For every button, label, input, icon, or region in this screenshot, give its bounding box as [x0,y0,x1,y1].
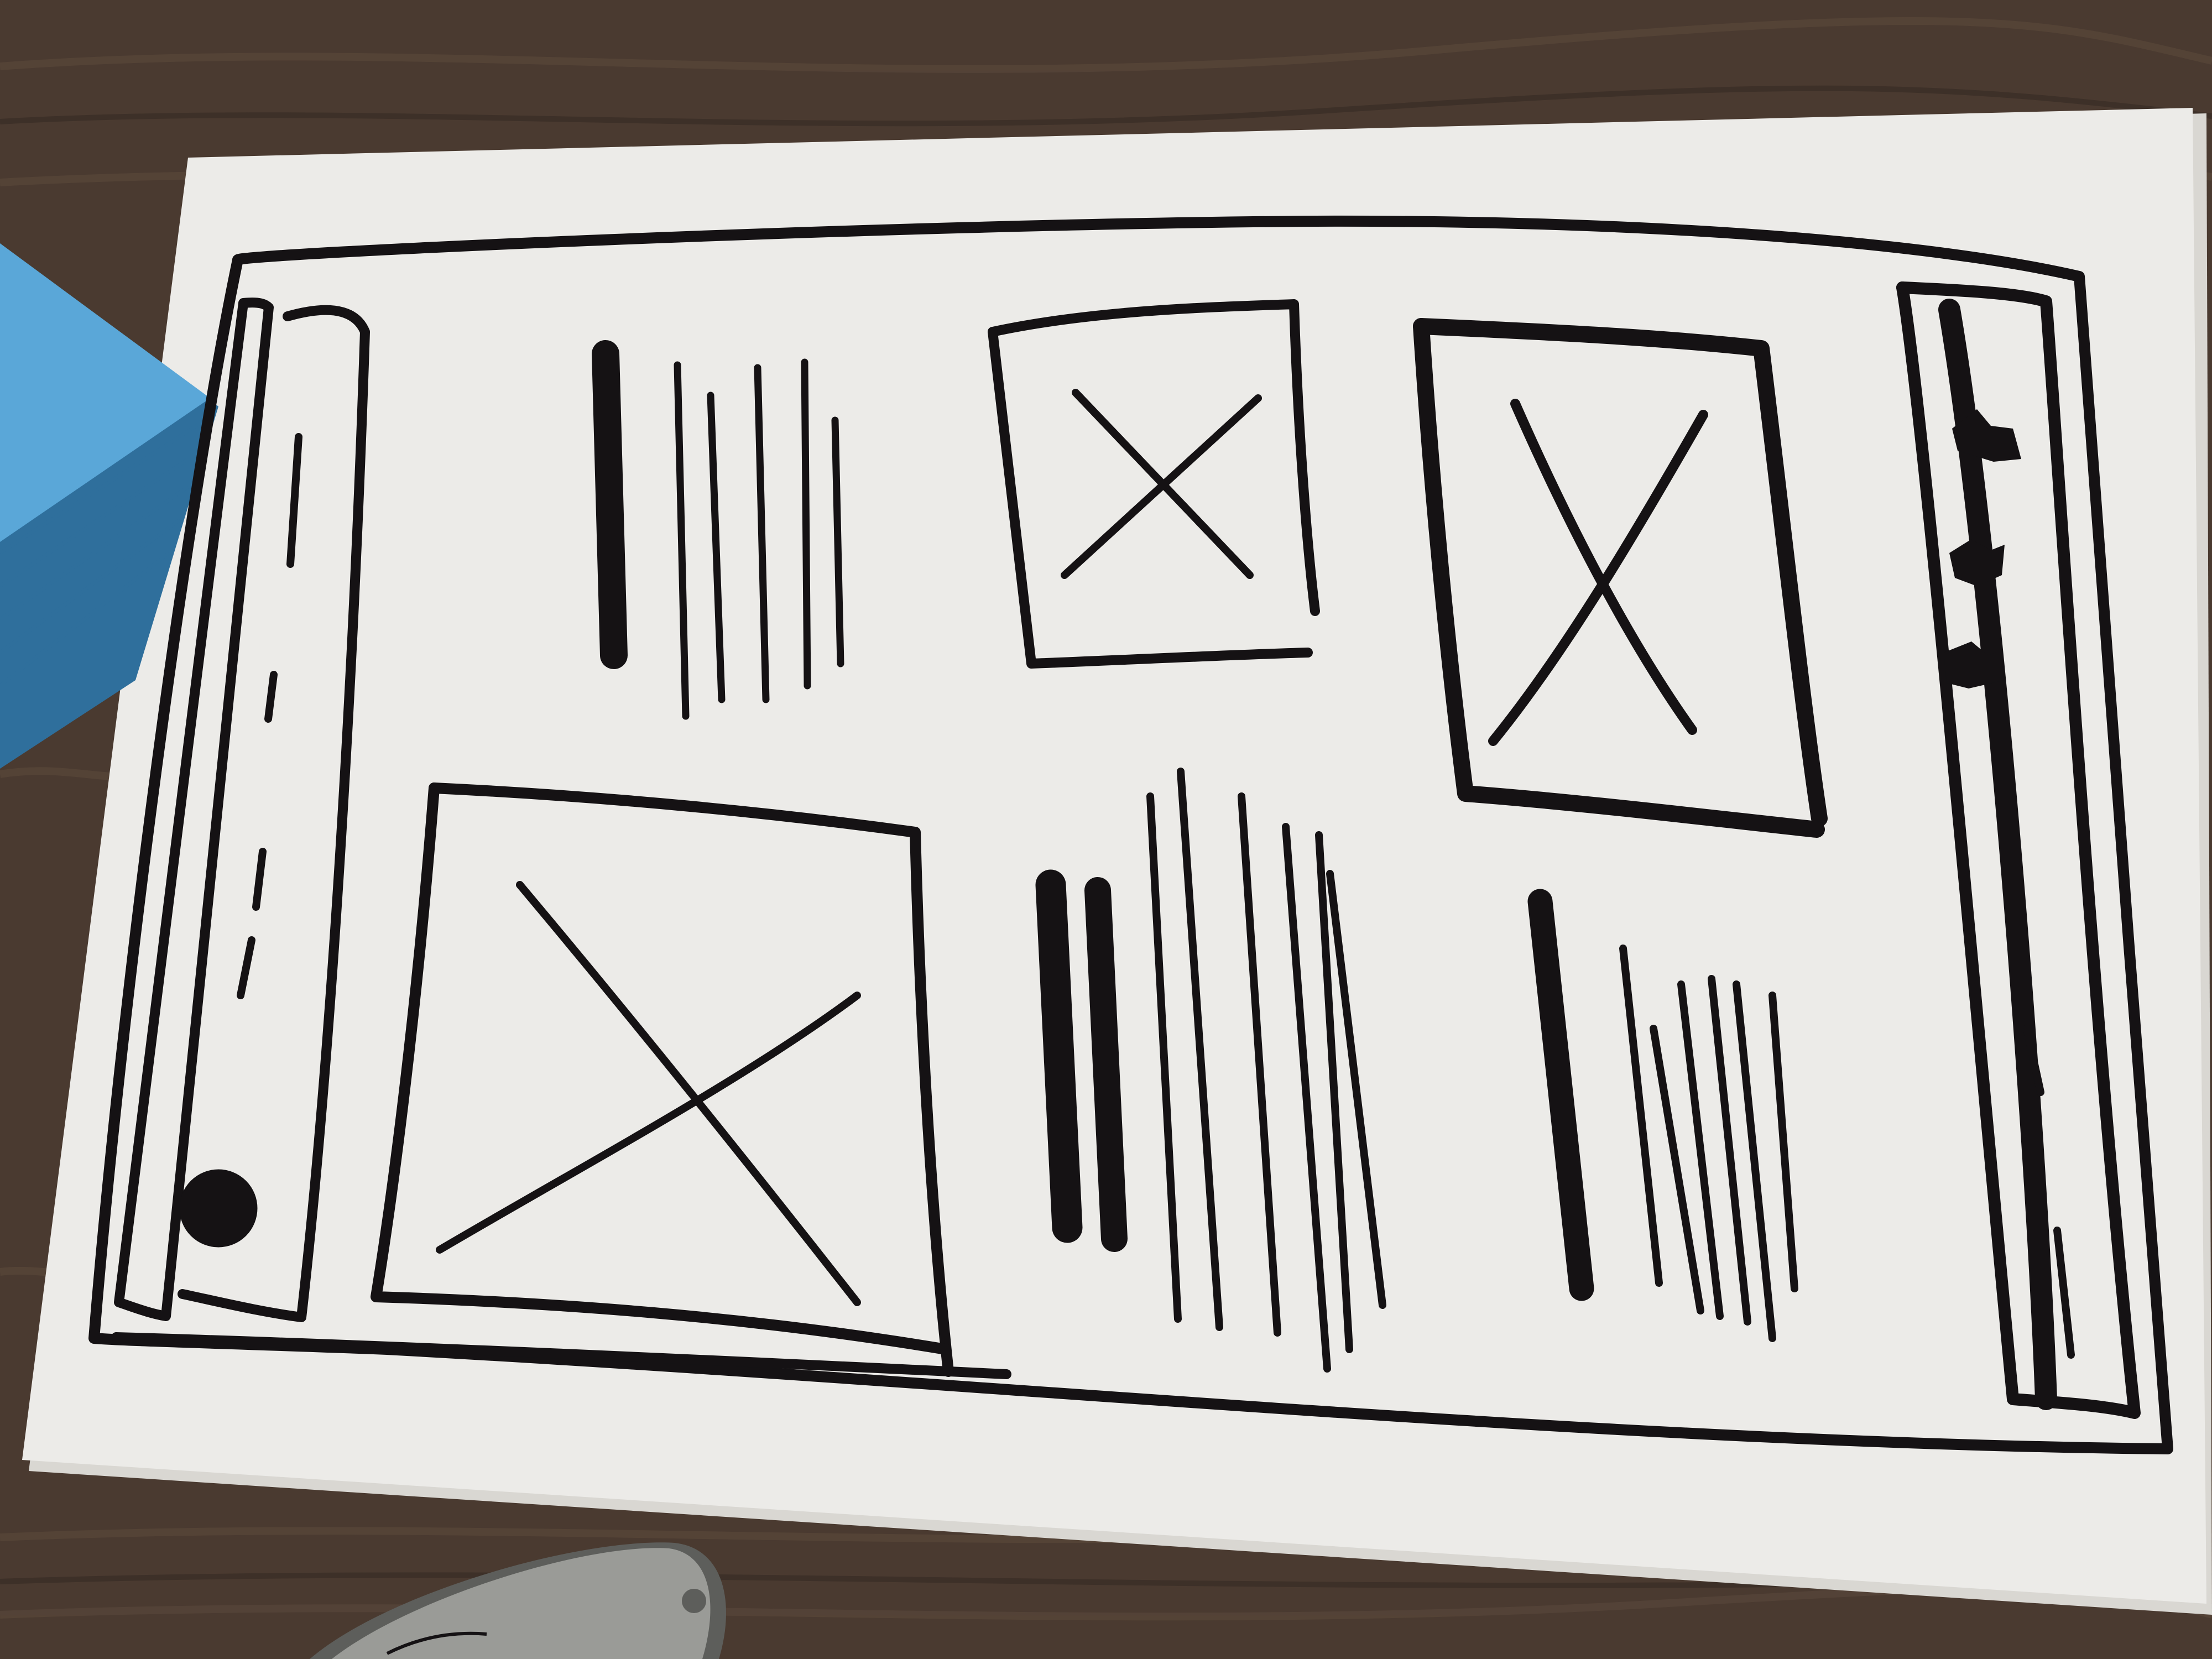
avatar-icon [179,1169,258,1248]
paper-sheet [22,108,2206,1604]
photo-scene [0,0,2212,1659]
